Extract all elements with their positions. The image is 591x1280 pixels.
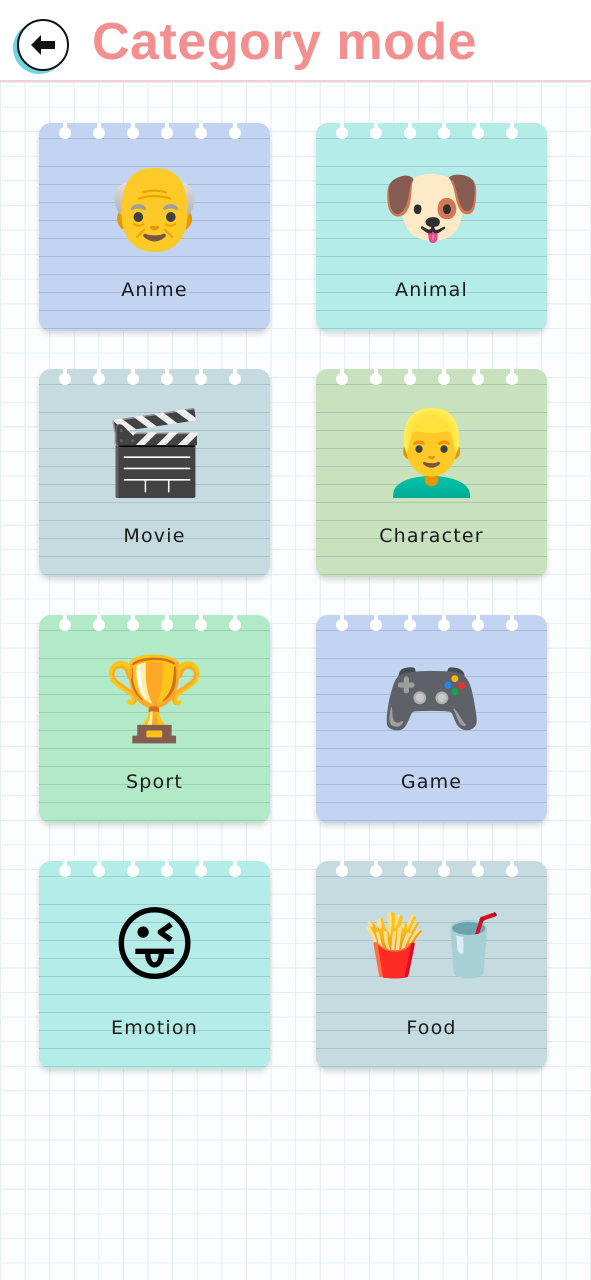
spiral-binding-icon	[59, 861, 241, 877]
category-card-animal[interactable]: 🐶 Animal	[316, 123, 547, 331]
clapper-board-icon: 🎬	[103, 406, 206, 501]
game-controller-icon: 🎮	[380, 652, 483, 747]
spiral-binding-icon	[336, 369, 518, 385]
category-card-anime[interactable]: 👴 Anime	[39, 123, 270, 331]
winking-tongue-face-icon: 😜	[111, 898, 198, 993]
category-label: Anime	[121, 279, 188, 301]
category-card-emotion[interactable]: 😜 Emotion	[39, 861, 270, 1069]
category-card-sport[interactable]: 🏆 Sport	[39, 615, 270, 823]
spiral-binding-icon	[336, 123, 518, 139]
spiral-binding-icon	[336, 861, 518, 877]
category-label: Animal	[395, 279, 468, 301]
spiral-binding-icon	[59, 369, 241, 385]
category-card-game[interactable]: 🎮 Game	[316, 615, 547, 823]
category-label: Game	[400, 771, 463, 793]
dog-face-icon: 🐶	[380, 160, 483, 255]
arrow-left-icon	[31, 35, 55, 55]
spiral-binding-icon	[59, 615, 241, 631]
category-card-movie[interactable]: 🎬 Movie	[39, 369, 270, 577]
category-label: Movie	[123, 525, 186, 547]
fries-and-cola-icon: 🍟🥤	[356, 911, 507, 981]
trophy-icon: 🏆	[103, 652, 206, 747]
category-label: Character	[379, 525, 484, 547]
category-card-food[interactable]: 🍟🥤 Food	[316, 861, 547, 1069]
spiral-binding-icon	[336, 615, 518, 631]
category-card-character[interactable]: 👱‍♂️ Character	[316, 369, 547, 577]
category-label: Emotion	[111, 1017, 198, 1039]
spiral-binding-icon	[59, 123, 241, 139]
back-button[interactable]	[17, 19, 69, 71]
category-label: Food	[406, 1017, 457, 1039]
old-man-sunglasses-icon: 👴	[103, 160, 206, 255]
top-bar: Category mode	[0, 0, 591, 82]
category-label: Sport	[125, 771, 183, 793]
page-title: Category mode	[92, 13, 478, 71]
blond-man-icon: 👱‍♂️	[380, 406, 483, 501]
